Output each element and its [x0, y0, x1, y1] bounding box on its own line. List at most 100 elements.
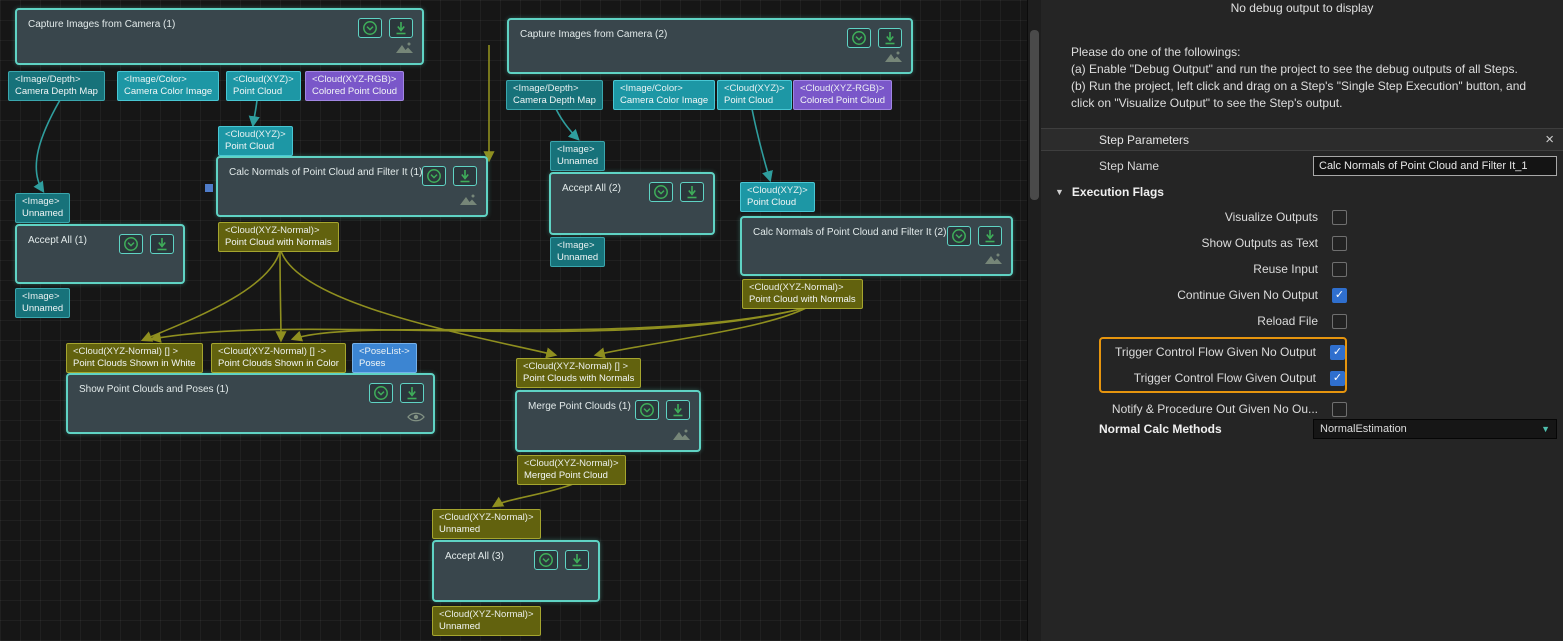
port-camera-depth-map[interactable]: <Image/Depth>Camera Depth Map — [506, 80, 603, 110]
port-point-cloud-with-normals[interactable]: <Cloud(XYZ-Normal)>Point Cloud with Norm… — [742, 279, 863, 309]
port-camera-depth-map[interactable]: <Image/Depth>Camera Depth Map — [8, 71, 105, 101]
port-unnamed[interactable]: <Cloud(XYZ-Normal)>Unnamed — [432, 606, 541, 636]
normal-calc-methods-dropdown[interactable]: NormalEstimation ▼ — [1313, 419, 1557, 439]
port-type: <Cloud(XYZ-Normal)> — [749, 282, 856, 294]
node-accept-all-2[interactable]: Accept All (2) — [549, 172, 715, 235]
port-point-cloud[interactable]: <Cloud(XYZ)>Point Cloud — [226, 71, 301, 101]
port-name: Point Clouds Shown in White — [73, 358, 196, 370]
graph-canvas[interactable]: Capture Images from Camera (1) Capture Im… — [0, 0, 1041, 641]
step-menu-button[interactable] — [422, 166, 446, 186]
port-type: <Cloud(XYZ)> — [233, 74, 294, 86]
node-merge-point-clouds-1[interactable]: Merge Point Clouds (1) — [515, 390, 701, 452]
step-menu-button[interactable] — [358, 18, 382, 38]
port-type: <Cloud(XYZ-Normal)> — [524, 458, 619, 470]
flag-label: Reuse Input — [1253, 262, 1318, 276]
step-menu-button[interactable] — [119, 234, 143, 254]
node-accept-all-1[interactable]: Accept All (1) — [15, 224, 185, 284]
port-type: <Cloud(XYZ)> — [225, 129, 286, 141]
collapse-triangle-icon: ▼ — [1055, 187, 1064, 197]
step-menu-button[interactable] — [534, 550, 558, 570]
single-step-execution-button[interactable] — [453, 166, 477, 186]
port-point-clouds-shown-in-color[interactable]: <Cloud(XYZ-Normal) [] ->Point Clouds Sho… — [211, 343, 346, 373]
port-point-clouds-with-normals[interactable]: <Cloud(XYZ-Normal) [] >Point Clouds with… — [516, 358, 641, 388]
port-point-cloud[interactable]: <Cloud(XYZ)>Point Cloud — [717, 80, 792, 110]
checkbox-notify-procedure-out-given-no-ou[interactable] — [1332, 402, 1347, 417]
port-unnamed[interactable]: <Image>Unnamed — [550, 237, 605, 267]
port-name: Point Cloud — [724, 95, 785, 107]
execution-flags-list: Visualize OutputsShow Outputs as TextReu… — [1099, 204, 1347, 422]
step-menu-button[interactable] — [847, 28, 871, 48]
port-name: Unnamed — [439, 621, 534, 633]
port-unnamed[interactable]: <Image>Unnamed — [15, 288, 70, 318]
flag-row-reload-file: Reload File — [1099, 308, 1347, 334]
port-unnamed[interactable]: <Cloud(XYZ-Normal)>Unnamed — [432, 509, 541, 539]
port-merged-point-cloud[interactable]: <Cloud(XYZ-Normal)>Merged Point Cloud — [517, 455, 626, 485]
port-point-cloud[interactable]: <Cloud(XYZ)>Point Cloud — [740, 182, 815, 212]
port-colored-point-cloud[interactable]: <Cloud(XYZ-RGB)>Colored Point Cloud — [305, 71, 404, 101]
flag-row-reuse-input: Reuse Input — [1099, 256, 1347, 282]
edge-connection — [494, 484, 573, 506]
single-step-execution-button[interactable] — [565, 550, 589, 570]
node-calc-normals-1[interactable]: Calc Normals of Point Cloud and Filter I… — [216, 156, 488, 217]
port-name: Unnamed — [439, 524, 534, 536]
flag-row-trigger-control-flow-given-output: Trigger Control Flow Given Output✓ — [1101, 365, 1345, 391]
scrollbar-thumb[interactable] — [1030, 30, 1039, 200]
node-calc-normals-2[interactable]: Calc Normals of Point Cloud and Filter I… — [740, 216, 1013, 276]
port-unnamed[interactable]: <Image>Unnamed — [15, 193, 70, 223]
single-step-execution-button[interactable] — [389, 18, 413, 38]
port-colored-point-cloud[interactable]: <Cloud(XYZ-RGB)>Colored Point Cloud — [793, 80, 892, 110]
node-buttons — [649, 182, 704, 202]
step-name-input[interactable] — [1313, 156, 1557, 176]
single-step-execution-button[interactable] — [978, 226, 1002, 246]
step-menu-button[interactable] — [635, 400, 659, 420]
node-show-point-clouds-1[interactable]: Show Point Clouds and Poses (1) — [66, 373, 435, 434]
port-name: Unnamed — [22, 303, 63, 315]
node-buttons — [422, 166, 477, 186]
step-parameters-header: Step Parameters × — [1041, 128, 1563, 151]
checkbox-visualize-outputs[interactable] — [1332, 210, 1347, 225]
port-unnamed[interactable]: <Image>Unnamed — [550, 141, 605, 171]
single-step-execution-button[interactable] — [680, 182, 704, 202]
port-type: <Cloud(XYZ-RGB)> — [312, 74, 397, 86]
node-buttons — [847, 28, 902, 48]
close-icon[interactable]: × — [1545, 131, 1554, 149]
node-capture-camera-1[interactable]: Capture Images from Camera (1) — [15, 8, 424, 65]
step-menu-button[interactable] — [947, 226, 971, 246]
port-point-cloud-with-normals[interactable]: <Cloud(XYZ-Normal)>Point Cloud with Norm… — [218, 222, 339, 252]
port-type: <Image> — [557, 144, 598, 156]
single-step-execution-button[interactable] — [150, 234, 174, 254]
step-menu-button[interactable] — [369, 383, 393, 403]
port-name: Unnamed — [557, 252, 598, 264]
port-point-cloud[interactable]: <Cloud(XYZ)>Point Cloud — [218, 126, 293, 156]
port-camera-color-image[interactable]: <Image/Color>Camera Color Image — [117, 71, 219, 101]
port-name: Point Cloud with Normals — [225, 237, 332, 249]
checkbox-reuse-input[interactable] — [1332, 262, 1347, 277]
checkbox-trigger-control-flow-given-no-output[interactable]: ✓ — [1330, 345, 1345, 360]
port-point-clouds-shown-in-white[interactable]: <Cloud(XYZ-Normal) [] >Point Clouds Show… — [66, 343, 203, 373]
port-type: <Cloud(XYZ-RGB)> — [800, 83, 885, 95]
checkbox-trigger-control-flow-given-output[interactable]: ✓ — [1330, 371, 1345, 386]
node-buttons — [358, 18, 413, 38]
node-capture-camera-2[interactable]: Capture Images from Camera (2) — [507, 18, 913, 74]
checkbox-continue-given-no-output[interactable]: ✓ — [1332, 288, 1347, 303]
single-step-execution-button[interactable] — [400, 383, 424, 403]
port-name: Poses — [359, 358, 410, 370]
landscape-icon — [984, 252, 1003, 270]
canvas-vertical-scrollbar[interactable] — [1027, 0, 1041, 641]
node-accept-all-3[interactable]: Accept All (3) — [432, 540, 600, 602]
single-step-execution-button[interactable] — [878, 28, 902, 48]
checkbox-reload-file[interactable] — [1332, 314, 1347, 329]
checkbox-show-outputs-as-text[interactable] — [1332, 236, 1347, 251]
port-camera-color-image[interactable]: <Image/Color>Camera Color Image — [613, 80, 715, 110]
port-type: <Cloud(XYZ-Normal)> — [439, 609, 534, 621]
chevron-down-icon: ▼ — [1541, 424, 1550, 434]
execution-flags-section-header[interactable]: ▼ Execution Flags — [1041, 183, 1164, 201]
single-step-execution-button[interactable] — [666, 400, 690, 420]
debug-empty-message: No debug output to display — [1041, 0, 1563, 15]
port-name: Colored Point Cloud — [312, 86, 397, 98]
port-name: Camera Color Image — [620, 95, 708, 107]
landscape-icon — [672, 428, 691, 446]
port-name: Camera Depth Map — [15, 86, 98, 98]
step-menu-button[interactable] — [649, 182, 673, 202]
port-poses[interactable]: <PoseList->Poses — [352, 343, 417, 373]
